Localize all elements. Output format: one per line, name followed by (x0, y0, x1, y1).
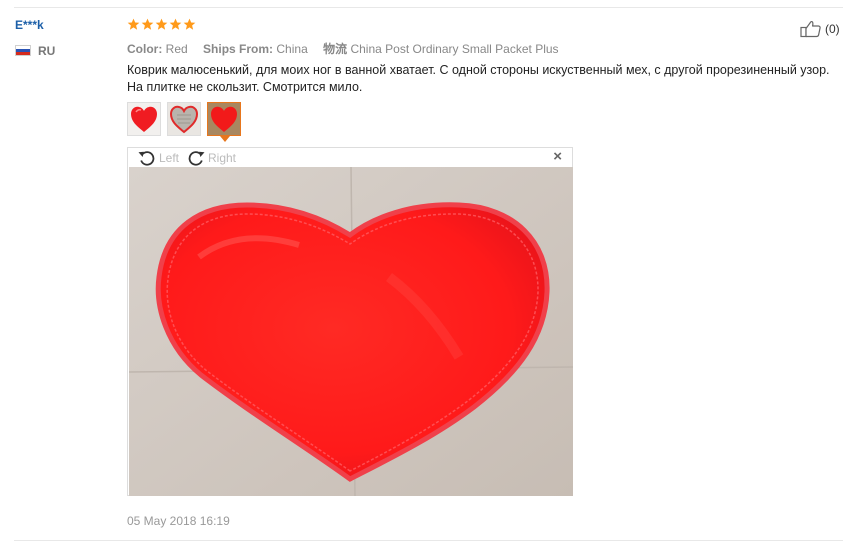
logistics-label: 物流 (323, 42, 348, 56)
review-text: Коврик малюсенький, для моих ног в ванно… (127, 63, 830, 94)
star-icon (141, 18, 154, 30)
thumbs-up-icon (800, 20, 821, 38)
logistics-value: China Post Ordinary Small Packet Plus (350, 42, 559, 56)
photo-thumbnail-2[interactable] (167, 102, 201, 136)
star-icon (127, 18, 140, 30)
rotate-right-icon (188, 151, 205, 166)
reviewer-name[interactable]: E***k (15, 18, 44, 32)
rotate-left-button[interactable]: Left (137, 149, 179, 166)
ships-from-value: China (276, 42, 308, 56)
rotate-left-label: Left (159, 150, 180, 165)
ships-from-label: Ships From: (203, 42, 274, 56)
top-divider (14, 7, 843, 8)
order-attributes: Color: Red Ships From: China 物流 China Po… (127, 40, 559, 57)
photo-thumbnail-1[interactable] (127, 102, 161, 136)
rotate-left-icon (138, 151, 155, 166)
russia-flag-icon (15, 45, 31, 56)
review-date: 05 May 2018 16:19 (127, 514, 230, 528)
bottom-divider (14, 540, 843, 541)
helpful-count: (0) (825, 22, 840, 36)
star-rating (127, 18, 196, 34)
star-icon (169, 18, 182, 30)
rotate-right-button[interactable]: Right (186, 149, 236, 166)
viewer-toolbar: Left Right × (128, 148, 572, 166)
helpful-button[interactable]: (0) (800, 20, 840, 38)
rotate-right-label: Right (208, 150, 237, 165)
star-icon (155, 18, 168, 30)
color-value: Red (165, 42, 188, 56)
photo-viewer: Left Right × (127, 147, 573, 496)
star-icon (183, 18, 196, 30)
photo-thumbnails (127, 102, 241, 142)
reviewer-country: RU (38, 44, 56, 58)
color-label: Color: (127, 42, 163, 56)
photo-thumbnail-3[interactable] (207, 102, 241, 142)
review-photo (129, 167, 573, 496)
close-icon[interactable]: × (553, 149, 562, 165)
